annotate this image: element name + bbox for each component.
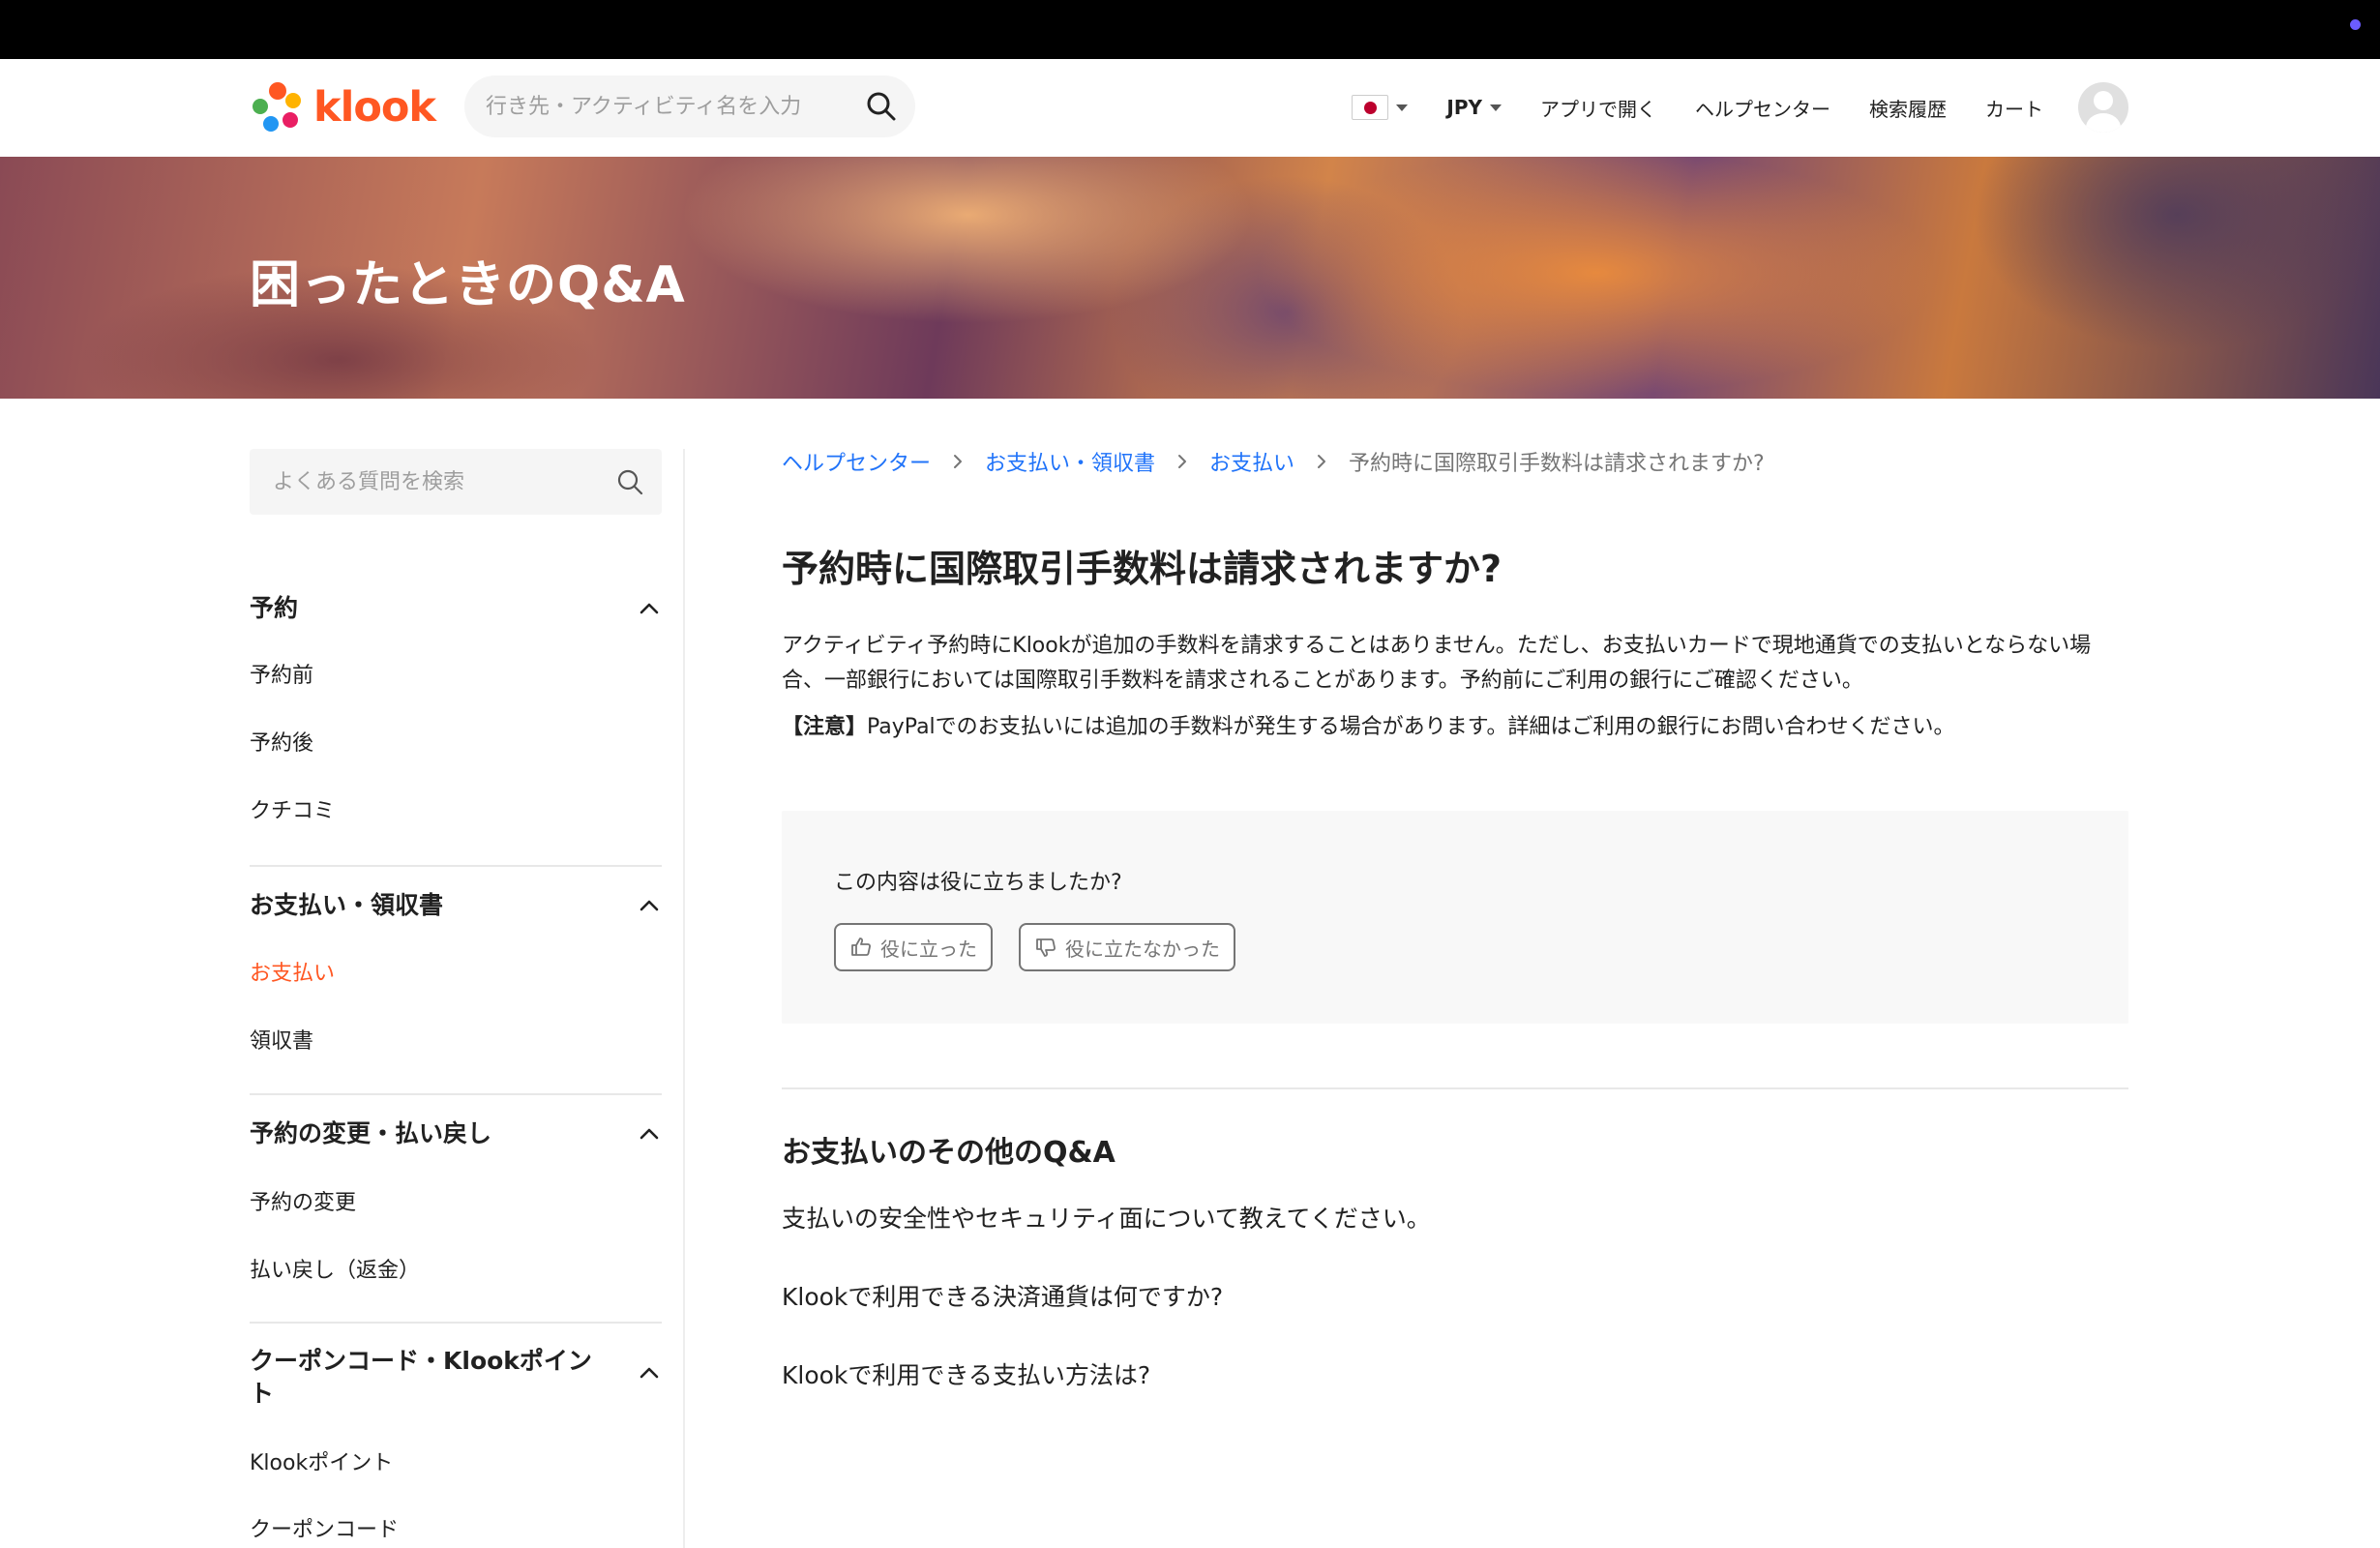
brand-name: klook xyxy=(313,83,436,132)
category-header[interactable]: クーポンコード・Klookポイント xyxy=(250,1345,662,1411)
note-label: 【注意】 xyxy=(782,715,868,739)
currency-label: JPY xyxy=(1446,96,1482,119)
breadcrumb-help-center[interactable]: ヘルプセンター xyxy=(782,446,931,477)
user-avatar[interactable] xyxy=(2078,82,2128,133)
chevron-right-icon xyxy=(1318,455,1326,468)
sidebar-item-before-booking[interactable]: 予約前 xyxy=(250,662,662,691)
breadcrumb-current: 予約時に国際取引手数料は請求されますか? xyxy=(1349,452,1765,476)
related-section-title: お支払いのその他のQ&A xyxy=(782,1136,1116,1170)
category-divider xyxy=(250,1093,662,1095)
article-paragraph: アクティビティ予約時にKlookが追加の手数料を請求することはありません。ただし… xyxy=(782,634,2092,693)
faq-search-input[interactable] xyxy=(273,469,592,494)
browser-top-bar xyxy=(0,0,2380,59)
sidebar-item-after-booking[interactable]: 予約後 xyxy=(250,729,662,759)
currency-selector[interactable]: JPY xyxy=(1446,96,1502,119)
feedback-question: この内容は役に立ちましたか? xyxy=(834,871,1122,895)
klook-logo-icon xyxy=(253,82,301,132)
not-helpful-button[interactable]: 役に立たなかった xyxy=(1019,923,1235,971)
sidebar-item-reviews[interactable]: クチコミ xyxy=(250,797,662,826)
sidebar-divider xyxy=(683,449,685,1548)
helpful-button[interactable]: 役に立った xyxy=(834,923,993,971)
sidebar-item-payment[interactable]: お支払い xyxy=(250,960,662,989)
sidebar-item-klook-points[interactable]: Klookポイント xyxy=(250,1449,662,1478)
category-title: クーポンコード・Klookポイント xyxy=(250,1347,592,1408)
chevron-up-icon xyxy=(640,1128,659,1140)
caret-down-icon xyxy=(1490,104,1502,111)
category-coupon-points: クーポンコード・Klookポイント Klookポイント クーポンコード xyxy=(250,1345,662,1545)
chevron-up-icon xyxy=(640,900,659,911)
search-icon[interactable] xyxy=(865,90,898,123)
section-divider xyxy=(782,1087,2128,1089)
chevron-right-icon xyxy=(954,455,963,468)
hero-banner: 困ったときのQ&A xyxy=(0,157,2380,399)
destination-search-input[interactable] xyxy=(486,94,834,119)
related-question-link[interactable]: 支払いの安全性やセキュリティ面について教えてください。 xyxy=(782,1202,1431,1280)
related-question-link[interactable]: Klookで利用できる決済通貨は何ですか? xyxy=(782,1280,1431,1358)
chevron-up-icon xyxy=(640,1367,659,1379)
faq-search[interactable] xyxy=(250,449,662,515)
category-title: 予約 xyxy=(250,594,299,622)
related-questions: 支払いの安全性やセキュリティ面について教えてください。 Klookで利用できる決… xyxy=(782,1202,1431,1437)
category-reservation: 予約 予約前 予約後 クチコミ xyxy=(250,592,662,826)
category-title: お支払い・領収書 xyxy=(250,891,444,919)
nav-help-center[interactable]: ヘルプセンター xyxy=(1695,94,1830,122)
status-dot xyxy=(2350,19,2361,30)
breadcrumb-payment[interactable]: お支払い xyxy=(1209,446,1294,477)
article-note: 【注意】PayPalでのお支払いには追加の手数料が発生する場合があります。詳細は… xyxy=(782,710,2128,745)
chevron-right-icon xyxy=(1178,455,1187,468)
nav-search-history[interactable]: 検索履歴 xyxy=(1869,94,1947,122)
chevron-up-icon xyxy=(640,603,659,614)
article-main: ヘルプセンター お支払い・領収書 お支払い 予約時に国際取引手数料は請求されます… xyxy=(782,445,2128,1389)
faq-sidebar: 予約 予約前 予約後 クチコミ お支払い・領収書 お支払い 領収書 予約の変更・… xyxy=(250,449,662,1545)
category-payment-receipt: お支払い・領収書 お支払い 領収書 xyxy=(250,889,662,1057)
search-icon[interactable] xyxy=(615,467,644,496)
article-body: アクティビティ予約時にKlookが追加の手数料を請求することはありません。ただし… xyxy=(782,629,2128,745)
sidebar-item-coupon-code[interactable]: クーポンコード xyxy=(250,1516,662,1545)
breadcrumb: ヘルプセンター お支払い・領収書 お支払い 予約時に国際取引手数料は請求されます… xyxy=(782,445,2128,478)
feedback-box: この内容は役に立ちましたか? 役に立った 役に立たなかった xyxy=(782,811,2128,1024)
page-title: 困ったときのQ&A xyxy=(250,256,686,314)
header-nav: JPY アプリで開く ヘルプセンター 検索履歴 カート xyxy=(1352,80,2128,134)
sidebar-item-refund[interactable]: 払い戻し（返金） xyxy=(250,1257,662,1286)
related-question-link[interactable]: Klookで利用できる支払い方法は? xyxy=(782,1358,1431,1437)
article-title: 予約時に国際取引手数料は請求されますか? xyxy=(782,548,1502,590)
caret-down-icon xyxy=(1396,104,1409,111)
breadcrumb-payment-receipt[interactable]: お支払い・領収書 xyxy=(985,446,1155,477)
category-header[interactable]: 予約の変更・払い戻し xyxy=(250,1117,662,1150)
not-helpful-label: 役に立たなかった xyxy=(1065,937,1220,961)
nav-open-app[interactable]: アプリで開く xyxy=(1540,94,1656,122)
sidebar-item-booking-change[interactable]: 予約の変更 xyxy=(250,1189,662,1218)
category-divider xyxy=(250,1322,662,1324)
sidebar-item-receipt[interactable]: 領収書 xyxy=(250,1027,662,1057)
category-title: 予約の変更・払い戻し xyxy=(250,1119,492,1147)
thumbs-down-icon xyxy=(1036,938,1056,957)
category-header[interactable]: 予約 xyxy=(250,592,662,625)
nav-cart[interactable]: カート xyxy=(1985,94,2043,122)
helpful-label: 役に立った xyxy=(880,937,977,961)
category-divider xyxy=(250,865,662,867)
japan-flag-icon xyxy=(1352,95,1389,120)
thumbs-up-icon xyxy=(851,938,871,956)
site-header: klook JPY アプリで開く ヘルプセンター 検索履歴 カート xyxy=(0,59,2380,157)
category-change-refund: 予約の変更・払い戻し 予約の変更 払い戻し（返金） xyxy=(250,1117,662,1286)
category-header[interactable]: お支払い・領収書 xyxy=(250,889,662,922)
note-text: PayPalでのお支払いには追加の手数料が発生する場合があります。詳細はご利用の… xyxy=(867,715,1955,739)
language-selector[interactable] xyxy=(1352,95,1409,120)
klook-logo[interactable]: klook xyxy=(250,78,436,136)
destination-search[interactable] xyxy=(464,75,915,137)
